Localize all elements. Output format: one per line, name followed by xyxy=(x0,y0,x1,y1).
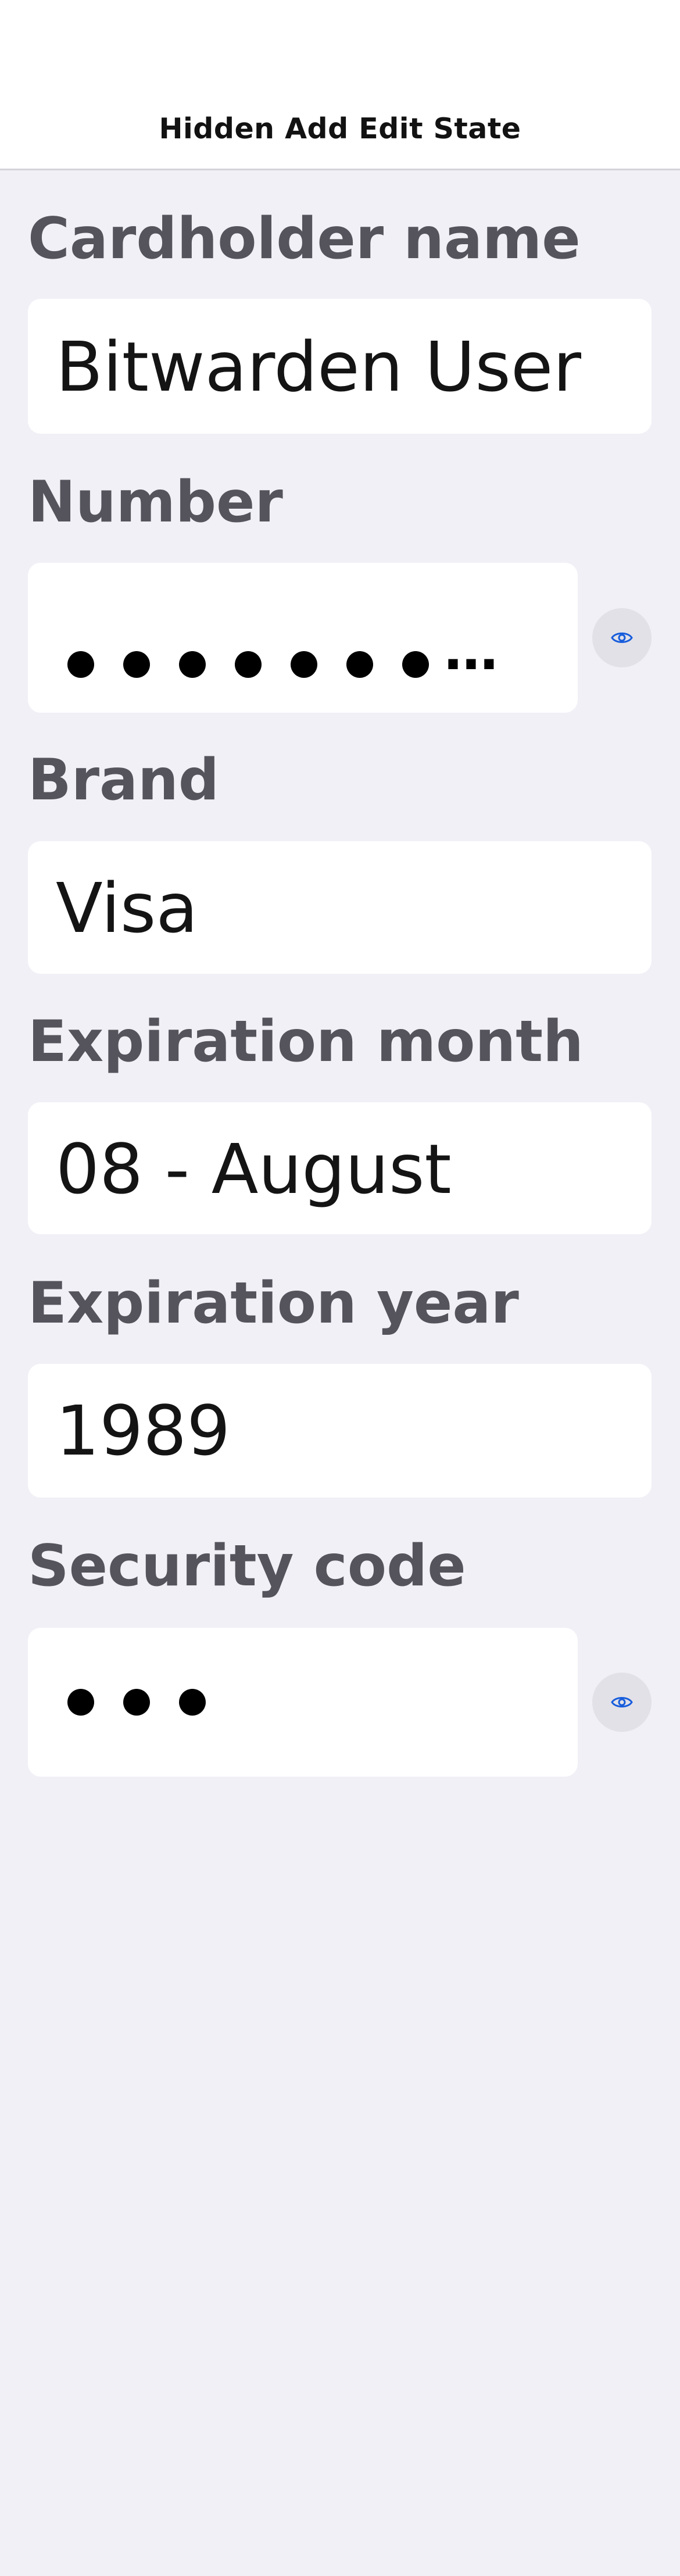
mask-dot xyxy=(346,651,373,678)
number-masked-value: ... xyxy=(67,620,499,682)
expiration-year-field[interactable]: 1989 xyxy=(28,1364,652,1498)
security-code-field[interactable] xyxy=(28,1628,578,1777)
mask-dot xyxy=(179,1689,206,1716)
number-label: Number xyxy=(28,469,283,535)
navigation-bar: Hidden Add Edit State xyxy=(0,0,680,170)
number-overflow-ellipsis: ... xyxy=(443,620,499,682)
mask-dot xyxy=(67,1689,94,1716)
expiration-month-field[interactable]: 08 - August xyxy=(28,1102,652,1234)
cardholder-name-field[interactable]: Bitwarden User xyxy=(28,299,652,434)
brand-value: Visa xyxy=(56,868,198,948)
mask-dot xyxy=(123,1689,150,1716)
mask-dot xyxy=(235,651,262,678)
number-field[interactable]: ... xyxy=(28,563,578,713)
expiration-month-value: 08 - August xyxy=(56,1129,452,1209)
expiration-month-label: Expiration month xyxy=(28,1009,584,1075)
mask-dot xyxy=(291,651,317,678)
cardholder-name-value: Bitwarden User xyxy=(56,327,582,407)
security-code-visibility-toggle-button[interactable] xyxy=(592,1673,652,1732)
eye-icon xyxy=(611,1697,633,1707)
mask-dot xyxy=(123,651,150,678)
mask-dot xyxy=(179,651,206,678)
brand-label: Brand xyxy=(28,747,220,813)
cardholder-name-label: Cardholder name xyxy=(28,206,581,272)
security-code-label: Security code xyxy=(28,1533,466,1599)
page-title: Hidden Add Edit State xyxy=(159,112,521,145)
number-visibility-toggle-button[interactable] xyxy=(592,608,652,667)
brand-field[interactable]: Visa xyxy=(28,841,652,974)
expiration-year-label: Expiration year xyxy=(28,1270,519,1337)
mask-dot xyxy=(67,651,94,678)
eye-icon xyxy=(611,633,633,643)
mask-dot xyxy=(402,651,429,678)
expiration-year-value: 1989 xyxy=(56,1391,231,1471)
security-code-masked-value xyxy=(67,1689,235,1716)
